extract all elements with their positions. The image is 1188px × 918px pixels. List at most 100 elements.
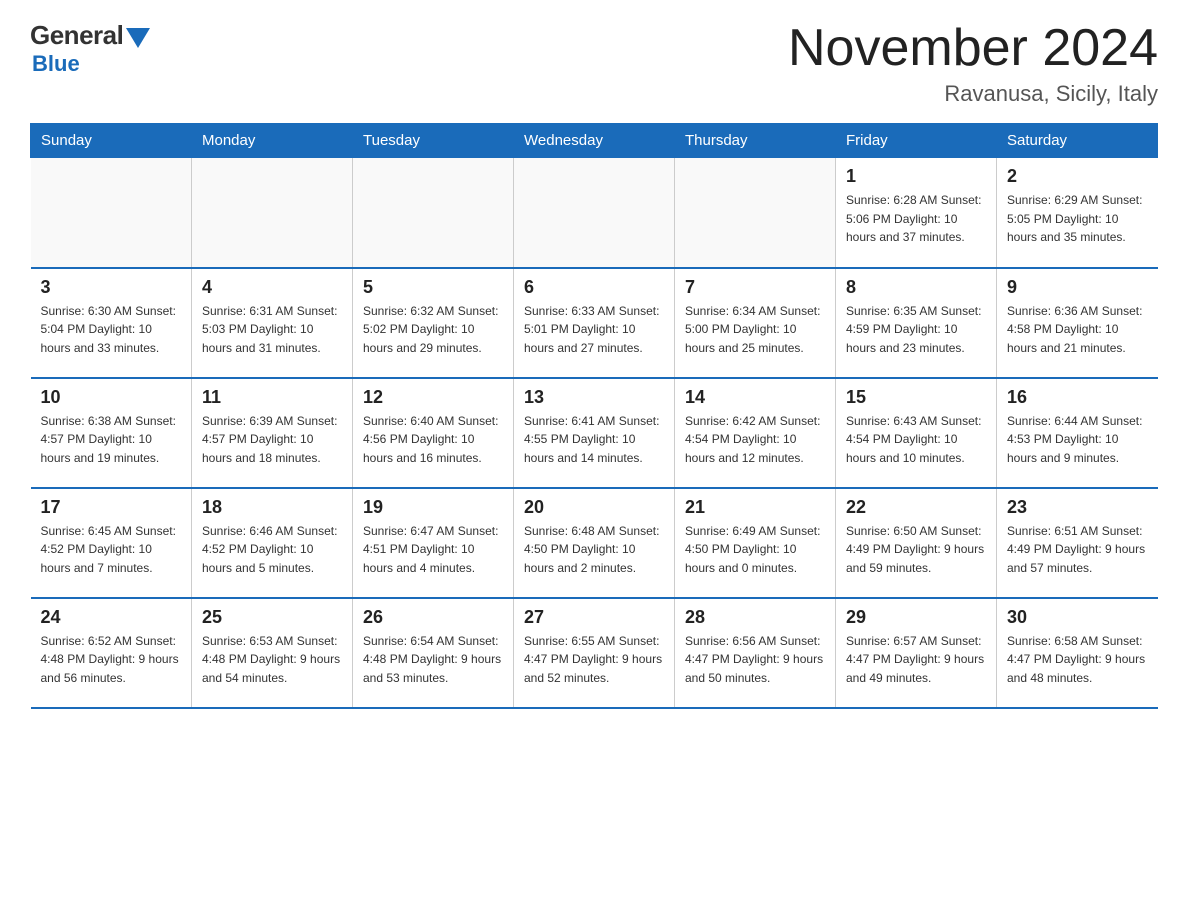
- day-info: Sunrise: 6:41 AM Sunset: 4:55 PM Dayligh…: [524, 412, 664, 468]
- calendar-cell: 4 Sunrise: 6:31 AM Sunset: 5:03 PM Daylig…: [192, 268, 353, 378]
- day-info: Sunrise: 6:34 AM Sunset: 5:00 PM Dayligh…: [685, 302, 825, 358]
- month-title: November 2024: [788, 20, 1158, 77]
- location-subtitle: Ravanusa, Sicily, Italy: [788, 81, 1158, 107]
- calendar-cell: 18 Sunrise: 6:46 AM Sunset: 4:52 PM Dayli…: [192, 488, 353, 598]
- day-number: 24: [41, 607, 182, 628]
- calendar-cell: 6Sunrise: 6:33 AM Sunset: 5:01 PM Daylig…: [514, 268, 675, 378]
- day-number: 12: [363, 387, 503, 408]
- calendar-week-row: 24 Sunrise: 6:52 AM Sunset: 4:48 PM Dayli…: [31, 598, 1158, 708]
- day-info: Sunrise: 6:38 AM Sunset: 4:57 PM Dayligh…: [41, 412, 182, 468]
- day-number: 16: [1007, 387, 1148, 408]
- day-number: 28: [685, 607, 825, 628]
- day-number: 7: [685, 277, 825, 298]
- day-number: 17: [41, 497, 182, 518]
- header-monday: Monday: [192, 124, 353, 158]
- calendar-header-row: SundayMondayTuesdayWednesdayThursdayFrid…: [31, 124, 1158, 158]
- header-friday: Friday: [836, 124, 997, 158]
- day-info: Sunrise: 6:53 AM Sunset: 4:48 PM Dayligh…: [202, 632, 342, 688]
- header-saturday: Saturday: [997, 124, 1158, 158]
- logo-blue-text: Blue: [32, 51, 80, 77]
- day-number: 5: [363, 277, 503, 298]
- calendar-cell: 2 Sunrise: 6:29 AM Sunset: 5:05 PM Daylig…: [997, 158, 1158, 268]
- calendar-cell: 21 Sunrise: 6:49 AM Sunset: 4:50 PM Dayli…: [675, 488, 836, 598]
- calendar-cell: 30Sunrise: 6:58 AM Sunset: 4:47 PM Dayli…: [997, 598, 1158, 708]
- day-number: 23: [1007, 497, 1148, 518]
- calendar-cell: 8 Sunrise: 6:35 AM Sunset: 4:59 PM Daylig…: [836, 268, 997, 378]
- day-number: 15: [846, 387, 986, 408]
- day-number: 19: [363, 497, 503, 518]
- calendar-cell: 25Sunrise: 6:53 AM Sunset: 4:48 PM Dayli…: [192, 598, 353, 708]
- header-sunday: Sunday: [31, 124, 192, 158]
- day-info: Sunrise: 6:50 AM Sunset: 4:49 PM Dayligh…: [846, 522, 986, 578]
- calendar-cell: 16 Sunrise: 6:44 AM Sunset: 4:53 PM Dayli…: [997, 378, 1158, 488]
- calendar-cell: [514, 158, 675, 268]
- calendar-week-row: 3 Sunrise: 6:30 AM Sunset: 5:04 PM Daylig…: [31, 268, 1158, 378]
- day-info: Sunrise: 6:49 AM Sunset: 4:50 PM Dayligh…: [685, 522, 825, 578]
- day-info: Sunrise: 6:52 AM Sunset: 4:48 PM Dayligh…: [41, 632, 182, 688]
- calendar-cell: 24 Sunrise: 6:52 AM Sunset: 4:48 PM Dayli…: [31, 598, 192, 708]
- calendar-cell: 22 Sunrise: 6:50 AM Sunset: 4:49 PM Dayli…: [836, 488, 997, 598]
- day-info: Sunrise: 6:55 AM Sunset: 4:47 PM Dayligh…: [524, 632, 664, 688]
- calendar-cell: 23Sunrise: 6:51 AM Sunset: 4:49 PM Dayli…: [997, 488, 1158, 598]
- page-header: General Blue November 2024 Ravanusa, Sic…: [30, 20, 1158, 107]
- calendar-cell: 12 Sunrise: 6:40 AM Sunset: 4:56 PM Dayli…: [353, 378, 514, 488]
- calendar-cell: 17 Sunrise: 6:45 AM Sunset: 4:52 PM Dayli…: [31, 488, 192, 598]
- day-number: 4: [202, 277, 342, 298]
- day-number: 14: [685, 387, 825, 408]
- calendar-cell: 3 Sunrise: 6:30 AM Sunset: 5:04 PM Daylig…: [31, 268, 192, 378]
- day-info: Sunrise: 6:42 AM Sunset: 4:54 PM Dayligh…: [685, 412, 825, 468]
- day-info: Sunrise: 6:35 AM Sunset: 4:59 PM Dayligh…: [846, 302, 986, 358]
- day-number: 21: [685, 497, 825, 518]
- calendar-cell: 1 Sunrise: 6:28 AM Sunset: 5:06 PM Daylig…: [836, 158, 997, 268]
- calendar-cell: 14 Sunrise: 6:42 AM Sunset: 4:54 PM Dayli…: [675, 378, 836, 488]
- day-info: Sunrise: 6:48 AM Sunset: 4:50 PM Dayligh…: [524, 522, 664, 578]
- day-number: 10: [41, 387, 182, 408]
- calendar-cell: [192, 158, 353, 268]
- day-info: Sunrise: 6:28 AM Sunset: 5:06 PM Dayligh…: [846, 191, 986, 247]
- calendar-cell: 5 Sunrise: 6:32 AM Sunset: 5:02 PM Daylig…: [353, 268, 514, 378]
- day-info: Sunrise: 6:29 AM Sunset: 5:05 PM Dayligh…: [1007, 191, 1148, 247]
- calendar-cell: 11 Sunrise: 6:39 AM Sunset: 4:57 PM Dayli…: [192, 378, 353, 488]
- day-number: 2: [1007, 166, 1148, 187]
- day-info: Sunrise: 6:57 AM Sunset: 4:47 PM Dayligh…: [846, 632, 986, 688]
- calendar-table: SundayMondayTuesdayWednesdayThursdayFrid…: [30, 123, 1158, 709]
- calendar-cell: 29 Sunrise: 6:57 AM Sunset: 4:47 PM Dayli…: [836, 598, 997, 708]
- calendar-cell: [31, 158, 192, 268]
- day-info: Sunrise: 6:46 AM Sunset: 4:52 PM Dayligh…: [202, 522, 342, 578]
- header-thursday: Thursday: [675, 124, 836, 158]
- day-info: Sunrise: 6:44 AM Sunset: 4:53 PM Dayligh…: [1007, 412, 1148, 468]
- calendar-cell: 9Sunrise: 6:36 AM Sunset: 4:58 PM Daylig…: [997, 268, 1158, 378]
- day-number: 20: [524, 497, 664, 518]
- calendar-week-row: 17 Sunrise: 6:45 AM Sunset: 4:52 PM Dayli…: [31, 488, 1158, 598]
- calendar-cell: 13Sunrise: 6:41 AM Sunset: 4:55 PM Dayli…: [514, 378, 675, 488]
- logo-triangle-icon: [126, 28, 150, 48]
- day-number: 22: [846, 497, 986, 518]
- day-info: Sunrise: 6:54 AM Sunset: 4:48 PM Dayligh…: [363, 632, 503, 688]
- calendar-week-row: 1 Sunrise: 6:28 AM Sunset: 5:06 PM Daylig…: [31, 158, 1158, 268]
- day-number: 9: [1007, 277, 1148, 298]
- day-info: Sunrise: 6:40 AM Sunset: 4:56 PM Dayligh…: [363, 412, 503, 468]
- day-number: 3: [41, 277, 182, 298]
- day-number: 6: [524, 277, 664, 298]
- day-number: 1: [846, 166, 986, 187]
- day-number: 30: [1007, 607, 1148, 628]
- calendar-cell: 19 Sunrise: 6:47 AM Sunset: 4:51 PM Dayli…: [353, 488, 514, 598]
- calendar-cell: 10 Sunrise: 6:38 AM Sunset: 4:57 PM Dayli…: [31, 378, 192, 488]
- title-section: November 2024 Ravanusa, Sicily, Italy: [788, 20, 1158, 107]
- calendar-cell: 26Sunrise: 6:54 AM Sunset: 4:48 PM Dayli…: [353, 598, 514, 708]
- day-number: 8: [846, 277, 986, 298]
- day-info: Sunrise: 6:39 AM Sunset: 4:57 PM Dayligh…: [202, 412, 342, 468]
- day-info: Sunrise: 6:47 AM Sunset: 4:51 PM Dayligh…: [363, 522, 503, 578]
- day-number: 29: [846, 607, 986, 628]
- calendar-week-row: 10 Sunrise: 6:38 AM Sunset: 4:57 PM Dayli…: [31, 378, 1158, 488]
- day-number: 18: [202, 497, 342, 518]
- logo-general-text: General: [30, 20, 123, 51]
- day-info: Sunrise: 6:30 AM Sunset: 5:04 PM Dayligh…: [41, 302, 182, 358]
- day-number: 11: [202, 387, 342, 408]
- calendar-cell: 27 Sunrise: 6:55 AM Sunset: 4:47 PM Dayli…: [514, 598, 675, 708]
- day-info: Sunrise: 6:45 AM Sunset: 4:52 PM Dayligh…: [41, 522, 182, 578]
- calendar-cell: 7 Sunrise: 6:34 AM Sunset: 5:00 PM Daylig…: [675, 268, 836, 378]
- day-number: 27: [524, 607, 664, 628]
- day-info: Sunrise: 6:32 AM Sunset: 5:02 PM Dayligh…: [363, 302, 503, 358]
- day-info: Sunrise: 6:31 AM Sunset: 5:03 PM Dayligh…: [202, 302, 342, 358]
